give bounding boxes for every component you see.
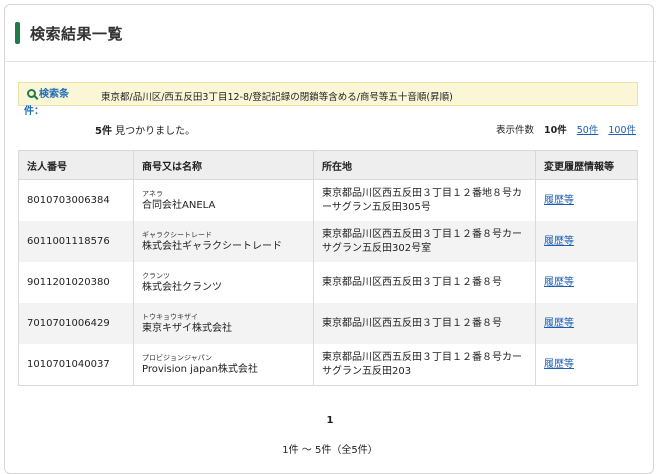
result-count: 5件 見つかりました。 bbox=[95, 122, 195, 137]
company-address: 東京都品川区西五反田３丁目１２番８号 bbox=[313, 262, 536, 303]
company-address: 東京都品川区西五反田３丁目１２番地８号カーサグラン五反田305号 bbox=[313, 179, 536, 221]
company-name: 合同会社ANELA bbox=[142, 199, 216, 211]
company-address: 東京都品川区西五反田３丁目１２番８号 bbox=[313, 303, 536, 344]
page-title: 検索結果一覧 bbox=[30, 24, 124, 43]
header-name: 商号又は名称 bbox=[133, 150, 314, 180]
company-name: 東京キザイ株式会社 bbox=[142, 322, 232, 334]
company-name-cell: トウキョウキザイ 東京キザイ株式会社 bbox=[133, 303, 314, 344]
corporate-number: 7010701006429 bbox=[18, 303, 134, 344]
company-kana: クランツ bbox=[142, 271, 170, 280]
corporate-number: 9011201020380 bbox=[18, 262, 134, 303]
history-link[interactable]: 履歴等 bbox=[544, 277, 574, 288]
history-link[interactable]: 履歴等 bbox=[544, 195, 574, 206]
per-page-selector: 表示件数 10件 50件 100件 bbox=[496, 122, 636, 136]
per-page-label: 表示件数 bbox=[496, 125, 535, 136]
company-kana: トウキョウキザイ bbox=[142, 312, 198, 321]
table-row: 1010701040037 プロビジョンジャパン Provision japan株… bbox=[18, 344, 638, 386]
company-address: 東京都品川区西五反田３丁目１２番８号カーサグラン五反田302号室 bbox=[313, 221, 536, 262]
history-cell: 履歴等 bbox=[535, 262, 638, 303]
table-row: 9011201020380 クランツ 株式会社クランツ 東京都品川区西五反田３丁目… bbox=[18, 262, 638, 303]
history-link[interactable]: 履歴等 bbox=[544, 236, 574, 247]
company-name: 株式会社ギャラクシートレード bbox=[142, 240, 282, 252]
search-condition-box: 検索条 東京都/品川区/西五反田3丁目12-8/登記記録の閉鎖等含める/商号等五… bbox=[18, 82, 638, 106]
per-page-option-50[interactable]: 50件 bbox=[577, 122, 599, 136]
page-header: 検索結果一覧 bbox=[15, 20, 123, 46]
search-condition-label-line2: 件： bbox=[24, 106, 44, 117]
company-kana: アネラ bbox=[142, 189, 163, 198]
header-history: 変更履歴情報等 bbox=[535, 150, 638, 180]
company-name-cell: クランツ 株式会社クランツ bbox=[133, 262, 314, 303]
history-link[interactable]: 履歴等 bbox=[544, 359, 574, 370]
table-row: 6011001118576 ギャラクシートレード 株式会社ギャラクシートレード 東… bbox=[18, 221, 638, 262]
title-accent-bar bbox=[15, 22, 20, 44]
pagination-current-page: 1 bbox=[326, 415, 334, 426]
corporate-number: 8010703006384 bbox=[18, 179, 134, 221]
table-row: 8010703006384 アネラ 合同会社ANELA 東京都品川区西五反田３丁目… bbox=[18, 179, 638, 221]
history-cell: 履歴等 bbox=[535, 344, 638, 386]
per-page-option-100[interactable]: 100件 bbox=[608, 122, 636, 136]
search-icon bbox=[27, 89, 36, 98]
pagination-range: 1件 ～ 5件（全5件） bbox=[282, 445, 378, 456]
history-link[interactable]: 履歴等 bbox=[544, 318, 574, 329]
per-page-current: 10件 bbox=[544, 125, 567, 136]
history-cell: 履歴等 bbox=[535, 179, 638, 221]
header-corporate-number: 法人番号 bbox=[18, 150, 134, 180]
table-header-row: 法人番号 商号又は名称 所在地 変更履歴情報等 bbox=[18, 150, 638, 180]
results-table: 法人番号 商号又は名称 所在地 変更履歴情報等 8010703006384 アネ… bbox=[18, 150, 638, 386]
company-kana: プロビジョンジャパン bbox=[142, 353, 212, 362]
company-name-cell: プロビジョンジャパン Provision japan株式会社 bbox=[133, 344, 314, 386]
company-name-cell: アネラ 合同会社ANELA bbox=[133, 179, 314, 221]
company-name-cell: ギャラクシートレード 株式会社ギャラクシートレード bbox=[133, 221, 314, 262]
corporate-number: 1010701040037 bbox=[18, 344, 134, 386]
company-name: 株式会社クランツ bbox=[142, 281, 222, 293]
result-count-number: 5件 bbox=[95, 126, 112, 137]
corporate-number: 6011001118576 bbox=[18, 221, 134, 262]
table-row: 7010701006429 トウキョウキザイ 東京キザイ株式会社 東京都品川区西五… bbox=[18, 303, 638, 344]
search-condition-text: 東京都/品川区/西五反田3丁目12-8/登記記録の閉鎖等含める/商号等五十音順(… bbox=[101, 92, 453, 103]
search-condition-label-text: 検索条 bbox=[39, 89, 69, 100]
company-kana: ギャラクシートレード bbox=[142, 230, 212, 239]
company-name: Provision japan株式会社 bbox=[142, 363, 258, 375]
header-address: 所在地 bbox=[313, 150, 536, 180]
company-address: 東京都品川区西五反田３丁目１２番８号カーサグラン五反田203 bbox=[313, 344, 536, 386]
title-divider bbox=[4, 61, 656, 62]
search-condition-label: 検索条 bbox=[27, 88, 87, 101]
result-count-suffix: 見つかりました。 bbox=[111, 126, 196, 137]
history-cell: 履歴等 bbox=[535, 221, 638, 262]
history-cell: 履歴等 bbox=[535, 303, 638, 344]
